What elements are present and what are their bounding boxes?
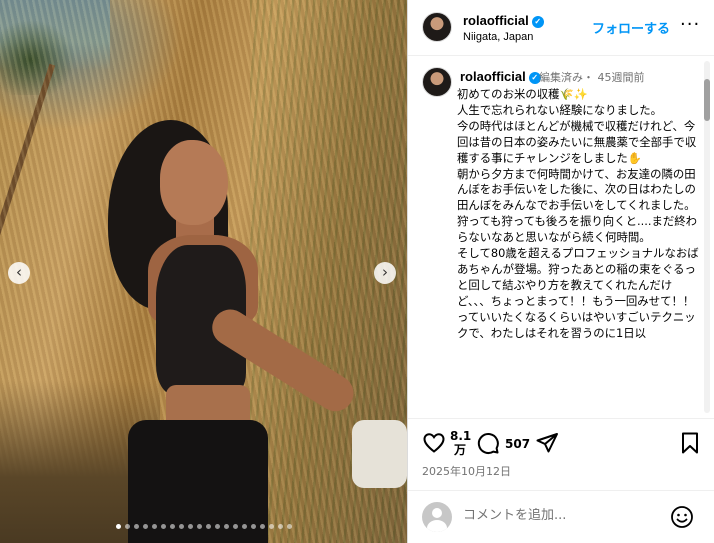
- carousel-dot[interactable]: [196, 524, 202, 529]
- photo-face: [160, 140, 228, 225]
- comment-bar: [408, 490, 714, 543]
- post-actions: 8.1 万 507 2025年10月12日: [408, 418, 714, 498]
- carousel-next-button[interactable]: ›: [374, 262, 396, 284]
- carousel-dot[interactable]: [232, 524, 238, 529]
- photo-glove: [352, 420, 407, 488]
- post-side-panel: rolaofficial ✓ Niigata, Japan フォローする ··· …: [407, 0, 714, 543]
- share-icon[interactable]: [535, 431, 559, 455]
- post-photo[interactable]: ‹ ›: [0, 0, 407, 543]
- post-meta: 編集済み・ 45週間前: [539, 71, 645, 84]
- emoji-icon[interactable]: [670, 505, 694, 529]
- carousel-dot[interactable]: [169, 524, 175, 529]
- carousel-dot[interactable]: [277, 524, 283, 529]
- comment-input[interactable]: [463, 508, 663, 523]
- header-username-text[interactable]: rolaofficial: [463, 13, 529, 28]
- caption-scroll-area[interactable]: rolaofficial ✓ 編集済み・ 45週間前 初めてのお米の収穫🌾✨ 人生…: [408, 57, 714, 418]
- caption-username-text[interactable]: rolaofficial: [460, 69, 526, 84]
- caption-scrollbar[interactable]: [704, 61, 710, 413]
- carousel-prev-button[interactable]: ‹: [8, 262, 30, 284]
- carousel-dot[interactable]: [268, 524, 274, 529]
- avatar[interactable]: [422, 12, 452, 42]
- more-options-icon[interactable]: ···: [680, 14, 700, 35]
- carousel-dot[interactable]: [133, 524, 139, 529]
- post-header: rolaofficial ✓ Niigata, Japan フォローする ···: [408, 0, 714, 56]
- carousel-dot[interactable]: [142, 524, 148, 529]
- caption-username[interactable]: rolaofficial ✓: [460, 69, 541, 84]
- location-link[interactable]: Niigata, Japan: [463, 31, 533, 43]
- comment-icon[interactable]: [476, 431, 500, 455]
- carousel-dot[interactable]: [151, 524, 157, 529]
- carousel-dot[interactable]: [205, 524, 211, 529]
- carousel-dot[interactable]: [187, 524, 193, 529]
- bookmark-icon[interactable]: [678, 431, 702, 455]
- header-username[interactable]: rolaofficial ✓: [463, 13, 544, 28]
- caption-avatar[interactable]: [422, 67, 452, 97]
- carousel-dot[interactable]: [286, 524, 292, 529]
- like-count[interactable]: 8.1 万: [450, 429, 471, 457]
- post-date: 2025年10月12日: [422, 465, 511, 478]
- verified-badge-icon: ✓: [531, 16, 544, 28]
- carousel-dot[interactable]: [178, 524, 184, 529]
- carousel-dot[interactable]: [241, 524, 247, 529]
- carousel-dot[interactable]: [214, 524, 220, 529]
- heart-icon[interactable]: [422, 431, 446, 455]
- current-user-avatar: [422, 502, 452, 532]
- scrollbar-thumb[interactable]: [704, 79, 710, 121]
- follow-button[interactable]: フォローする: [592, 18, 670, 37]
- carousel-dot[interactable]: [223, 524, 229, 529]
- carousel-dot[interactable]: [259, 524, 265, 529]
- post-caption: 初めてのお米の収穫🌾✨ 人生で忘れられない経験になりました。 今の時代はほとんど…: [457, 87, 699, 340]
- carousel-dot[interactable]: [250, 524, 256, 529]
- comment-count[interactable]: 507: [505, 437, 530, 451]
- carousel-dot[interactable]: [115, 524, 121, 529]
- carousel-dot[interactable]: [160, 524, 166, 529]
- carousel-dot[interactable]: [124, 524, 130, 529]
- carousel-dots: [0, 524, 407, 529]
